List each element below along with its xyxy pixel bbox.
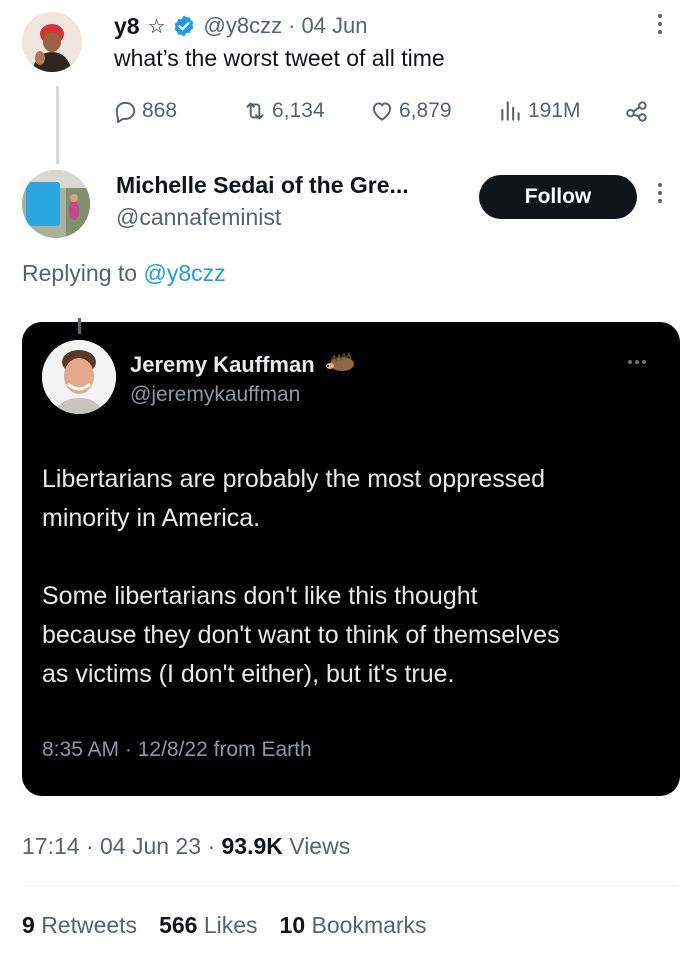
tweet-timestamp: 17:14 · 04 Jun 23 · 93.9K Views xyxy=(22,833,350,860)
reply-author-handle[interactable]: @cannafeminist xyxy=(116,204,281,231)
separator-dot: · xyxy=(288,13,296,38)
replying-prefix: Replying to xyxy=(22,260,138,286)
parent-header: y8 ☆ @y8czz · 04 Jun xyxy=(114,10,368,42)
retweets-stat-count: 9 xyxy=(22,912,35,938)
more-icon[interactable] xyxy=(657,183,663,203)
star-icon: ☆ xyxy=(147,15,166,38)
retweet-count: 6,134 xyxy=(272,99,325,122)
likes-stat-label: Likes xyxy=(203,912,258,938)
embed-thread-tick xyxy=(78,318,81,334)
bookmarks-stat-count: 10 xyxy=(279,912,306,938)
views-count: 191M xyxy=(528,99,581,122)
tweet-date[interactable]: 04 Jun 23 xyxy=(100,833,201,859)
parent-avatar[interactable] xyxy=(22,12,82,72)
bookmarks-stat-label: Bookmarks xyxy=(311,912,427,938)
embedded-author-handle: @jeremykauffman xyxy=(130,383,301,406)
embedded-text-line: Libertarians are probably the most oppre… xyxy=(42,465,546,493)
like-count: 6,879 xyxy=(399,99,452,122)
embedded-more-icon xyxy=(628,360,646,364)
likes-stat-count: 566 xyxy=(159,912,198,938)
retweets-stat-label: Retweets xyxy=(41,912,138,938)
embedded-text-line: minority in America. xyxy=(42,504,261,532)
like-icon xyxy=(372,102,392,121)
views-icon xyxy=(501,101,520,121)
separator-dot: · xyxy=(85,833,94,859)
views-total: 93.9K xyxy=(221,833,283,859)
tweet-time[interactable]: 17:14 xyxy=(22,833,80,859)
views-button[interactable]: 191M xyxy=(498,94,581,128)
reply-author-name[interactable]: Michelle Sedai of the Gre... xyxy=(116,172,409,199)
parent-author-handle[interactable]: @y8czz xyxy=(204,13,283,39)
thread-line xyxy=(56,86,59,164)
retweet-button[interactable]: 6,134 xyxy=(242,94,325,128)
like-button[interactable]: 6,879 xyxy=(369,94,452,128)
embedded-text-line: because they don't want to think of them… xyxy=(42,621,560,649)
divider xyxy=(22,885,678,886)
embedded-meta: 8:35 AM · 12/8/22 from Earth xyxy=(42,738,312,761)
replying-to: Replying to @y8czz xyxy=(22,260,226,287)
replying-mention-link[interactable]: @y8czz xyxy=(143,260,225,286)
embedded-author-name-text: Jeremy Kauffman xyxy=(130,352,315,377)
reply-icon xyxy=(115,101,136,124)
parent-author-name[interactable]: y8 xyxy=(114,13,140,40)
parent-tweet-text: what’s the worst tweet of all time xyxy=(114,45,445,71)
separator-dot: · xyxy=(207,833,216,859)
embedded-author-name: Jeremy Kauffman xyxy=(130,352,357,379)
embedded-tweet-image[interactable] xyxy=(22,322,680,796)
retweet-icon xyxy=(246,102,264,120)
embedded-avatar xyxy=(42,340,116,414)
bookmarks-stat[interactable]: 10 Bookmarks xyxy=(280,912,427,939)
parent-date[interactable]: 04 Jun xyxy=(301,13,367,39)
likes-stat[interactable]: 566 Likes xyxy=(159,912,257,939)
retweets-stat[interactable]: 9 Retweets xyxy=(22,912,137,939)
views-label: Views xyxy=(289,833,351,859)
embedded-text-line: as victims (I don't either), but it's tr… xyxy=(42,660,455,688)
share-icon xyxy=(626,101,647,122)
reply-avatar[interactable] xyxy=(22,170,90,238)
verified-icon xyxy=(172,14,196,38)
engagement-stats: 9 Retweets 566 Likes 10 Bookmarks xyxy=(22,912,427,939)
reply-button[interactable]: 868 xyxy=(112,94,177,128)
parent-action-bar: 868 6,134 6,879 191M xyxy=(112,94,662,128)
hedgehog-icon xyxy=(325,352,357,379)
share-button[interactable] xyxy=(624,94,654,128)
follow-button[interactable]: Follow xyxy=(479,175,637,219)
more-icon[interactable] xyxy=(657,14,663,34)
reply-count: 868 xyxy=(142,99,178,122)
embedded-text-line: Some libertarians don't like this though… xyxy=(42,582,478,610)
